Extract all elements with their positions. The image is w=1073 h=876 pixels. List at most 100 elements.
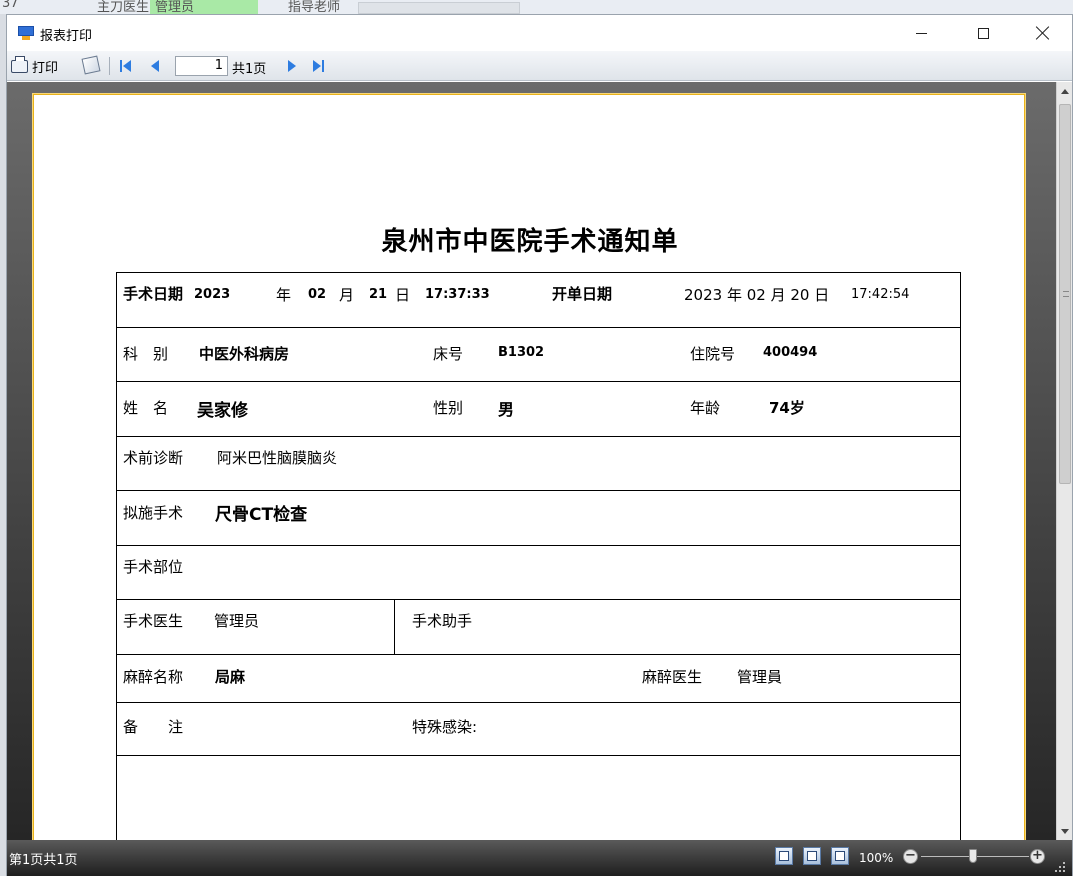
next-page-icon <box>288 60 296 72</box>
row-anesthesia: 麻醉名称 局麻 麻醉医生 管理員 <box>117 655 960 703</box>
maximize-icon <box>977 27 989 39</box>
bed-value: B1302 <box>498 345 545 360</box>
print-button-label: 打印 <box>32 60 59 76</box>
diagnosis-value: 阿米巴性脑膜脑炎 <box>217 449 338 467</box>
zoom-slider-thumb[interactable] <box>969 849 977 863</box>
surgeon-divider <box>394 600 395 654</box>
first-page-button[interactable] <box>119 58 135 74</box>
minimize-icon <box>915 32 927 34</box>
surgery-year: 2023 <box>194 287 231 302</box>
bg-cell-surgeon-label: 主刀医生 <box>97 0 150 14</box>
view-single-page-button[interactable] <box>775 847 793 865</box>
month-unit: 月 <box>339 286 355 304</box>
scroll-grip-icon <box>1063 291 1069 297</box>
report-page: 泉州市中医院手术通知单 手术日期 2023 年 02 月 21 日 17:37:… <box>33 94 1025 840</box>
surgery-date-label: 手术日期 <box>123 285 184 303</box>
page-setup-button[interactable] <box>81 55 101 75</box>
page-width-view-icon <box>807 851 817 861</box>
order-time: 17:42:54 <box>851 287 910 302</box>
maximize-button[interactable] <box>953 15 1013 51</box>
surgery-notice-table: 手术日期 2023 年 02 月 21 日 17:37:33 开单日期 2023… <box>116 272 961 840</box>
scroll-up-icon <box>1061 88 1069 94</box>
name-label: 姓 名 <box>123 399 169 417</box>
surgeon-label: 手术医生 <box>123 612 184 630</box>
page-status: 第1页共1页 <box>9 853 78 868</box>
diagnosis-label: 术前诊断 <box>123 449 184 467</box>
row-diagnosis: 术前诊断 阿米巴性脑膜脑炎 <box>117 437 960 491</box>
patient-name: 吴家修 <box>197 401 248 421</box>
next-page-button[interactable] <box>285 58 301 74</box>
status-bar: 第1页共1页 100% − + <box>7 840 1072 876</box>
last-page-icon <box>313 60 321 72</box>
planned-surgery-value: 尺骨CT检查 <box>215 505 308 525</box>
surgery-site-label: 手术部位 <box>123 558 184 576</box>
background-app-strip: 37 主刀医生 管理员 指导老师 <box>0 0 1073 14</box>
report-title: 泉州市中医院手术通知单 <box>381 227 679 257</box>
page-number-input[interactable]: 1 <box>175 56 228 76</box>
special-infection-label: 特殊感染: <box>412 718 478 736</box>
scroll-thumb[interactable] <box>1059 104 1071 484</box>
inpatient-label: 住院号 <box>690 345 736 363</box>
scroll-up-button[interactable] <box>1057 82 1073 100</box>
age-value: 74岁 <box>769 399 805 417</box>
bg-cell-surgeon-value: 管理员 <box>155 0 195 14</box>
title-bar[interactable]: 报表打印 <box>7 15 1072 51</box>
print-preview-area[interactable]: 泉州市中医院手术通知单 手术日期 2023 年 02 月 21 日 17:37:… <box>7 82 1056 840</box>
sex-label: 性别 <box>433 399 464 417</box>
year-unit: 年 <box>276 286 292 304</box>
view-page-width-button[interactable] <box>803 847 821 865</box>
surgeon-value: 管理员 <box>214 612 260 630</box>
surgery-day: 21 <box>369 287 388 302</box>
row-remarks: 备 注 特殊感染: <box>117 703 960 756</box>
app-icon <box>18 26 34 40</box>
prev-page-icon <box>151 60 159 72</box>
row-department: 科 别 中医外科病房 床号 B1302 住院号 400494 <box>117 328 960 382</box>
row-planned-surgery: 拟施手术 尺骨CT检查 <box>117 491 960 546</box>
age-label: 年龄 <box>690 399 721 417</box>
surgery-month: 02 <box>308 287 327 302</box>
last-page-button[interactable] <box>311 58 327 74</box>
first-page-icon-bar <box>120 60 122 72</box>
bed-label: 床号 <box>433 345 464 363</box>
toolbar-separator <box>109 57 110 75</box>
row-name: 姓 名 吴家修 性别 男 年龄 74岁 <box>117 382 960 437</box>
prev-page-button[interactable] <box>149 58 165 74</box>
report-print-window: 报表打印 打印 1 共1页 泉州市中医院手术通知单 手术日期 2023 年 02… <box>6 14 1073 876</box>
single-page-view-icon <box>779 851 789 861</box>
print-toolbar: 打印 1 共1页 <box>7 51 1072 81</box>
row-surgeon: 手术医生 管理员 手术助手 <box>117 600 960 655</box>
vertical-scrollbar[interactable] <box>1056 82 1072 840</box>
close-icon <box>1036 26 1050 40</box>
anesthesia-label: 麻醉名称 <box>123 668 184 686</box>
page-setup-icon <box>81 55 101 75</box>
planned-surgery-label: 拟施手术 <box>123 504 184 522</box>
day-unit: 日 <box>395 286 411 304</box>
last-page-icon-bar <box>322 60 324 72</box>
row-surgery-site: 手术部位 <box>117 546 960 600</box>
minimize-button[interactable] <box>891 15 951 51</box>
remarks-label: 备 注 <box>123 718 184 736</box>
bg-cell-instructor-label: 指导老师 <box>288 0 341 14</box>
department-label: 科 别 <box>123 345 169 363</box>
print-button[interactable]: 打印 <box>11 55 59 76</box>
inpatient-value: 400494 <box>763 345 818 360</box>
department-value: 中医外科病房 <box>199 345 290 363</box>
multi-page-view-icon <box>835 851 845 861</box>
bg-cell-input <box>358 2 520 14</box>
scroll-down-button[interactable] <box>1057 822 1073 840</box>
window-title: 报表打印 <box>40 29 93 44</box>
row-dates: 手术日期 2023 年 02 月 21 日 17:37:33 开单日期 2023… <box>117 273 960 328</box>
sex-value: 男 <box>498 400 515 419</box>
zoom-level: 100% <box>859 851 894 865</box>
resize-grip-icon[interactable] <box>1053 860 1067 874</box>
anesthetist-label: 麻醉医生 <box>642 668 703 686</box>
view-multi-page-button[interactable] <box>831 847 849 865</box>
assistant-label: 手术助手 <box>412 612 473 630</box>
zoom-in-button[interactable]: + <box>1030 849 1045 864</box>
surgery-time: 17:37:33 <box>425 287 490 302</box>
scroll-down-icon <box>1061 828 1069 834</box>
close-button[interactable] <box>1013 15 1073 51</box>
first-page-icon <box>123 60 131 72</box>
order-date-label: 开单日期 <box>552 285 613 303</box>
zoom-out-button[interactable]: − <box>903 849 918 864</box>
